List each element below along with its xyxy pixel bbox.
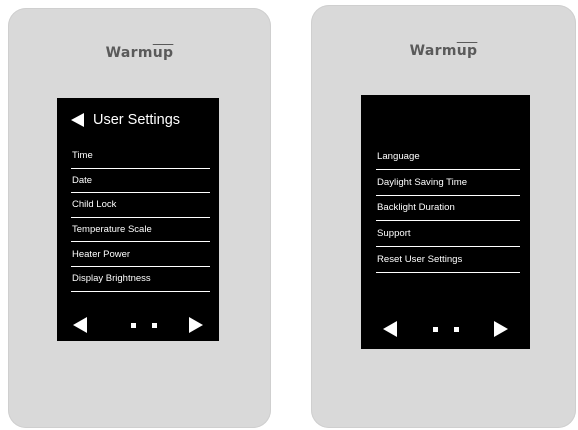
next-page-icon[interactable] [189, 317, 203, 333]
page-navigation [361, 320, 530, 340]
back-icon[interactable] [71, 113, 84, 127]
page-dot [131, 323, 136, 328]
thermostat-right: Warmup Language Daylight Saving Time Bac… [311, 5, 576, 428]
page-dot [433, 327, 438, 332]
menu-item-temperature-scale[interactable]: Temperature Scale [71, 218, 210, 243]
page-navigation [57, 316, 219, 336]
menu-item-time[interactable]: Time [71, 144, 210, 169]
menu-item-language[interactable]: Language [376, 144, 520, 170]
menu-item-reset-user-settings[interactable]: Reset User Settings [376, 247, 520, 273]
settings-menu: Language Daylight Saving Time Backlight … [376, 144, 520, 273]
menu-item-date[interactable]: Date [71, 169, 210, 194]
next-page-icon[interactable] [494, 321, 508, 337]
prev-page-icon[interactable] [73, 317, 87, 333]
page-dot [152, 323, 157, 328]
menu-item-support[interactable]: Support [376, 221, 520, 248]
touch-screen: Language Daylight Saving Time Backlight … [361, 95, 530, 349]
screen-title: User Settings [93, 112, 181, 128]
brand-logo-suffix: up [456, 43, 478, 59]
settings-menu: Time Date Child Lock Temperature Scale H… [71, 144, 210, 292]
brand-logo-suffix: up [152, 45, 174, 61]
page-dot [454, 327, 459, 332]
thermostat-left: Warmup User Settings Time Date Child Loc… [8, 8, 271, 428]
prev-page-icon[interactable] [383, 321, 397, 337]
brand-logo: Warmup [311, 43, 576, 59]
menu-item-child-lock[interactable]: Child Lock [71, 193, 210, 218]
screen-header: User Settings [71, 110, 180, 130]
touch-screen: User Settings Time Date Child Lock Tempe… [57, 98, 219, 341]
brand-logo-prefix: Warm [409, 43, 457, 59]
menu-item-backlight-duration[interactable]: Backlight Duration [376, 196, 520, 222]
menu-item-display-brightness[interactable]: Display Brightness [71, 267, 210, 292]
brand-logo-prefix: Warm [105, 45, 153, 61]
menu-item-heater-power[interactable]: Heater Power [71, 242, 210, 267]
brand-logo: Warmup [8, 45, 271, 61]
menu-item-daylight-saving-time[interactable]: Daylight Saving Time [376, 170, 520, 196]
